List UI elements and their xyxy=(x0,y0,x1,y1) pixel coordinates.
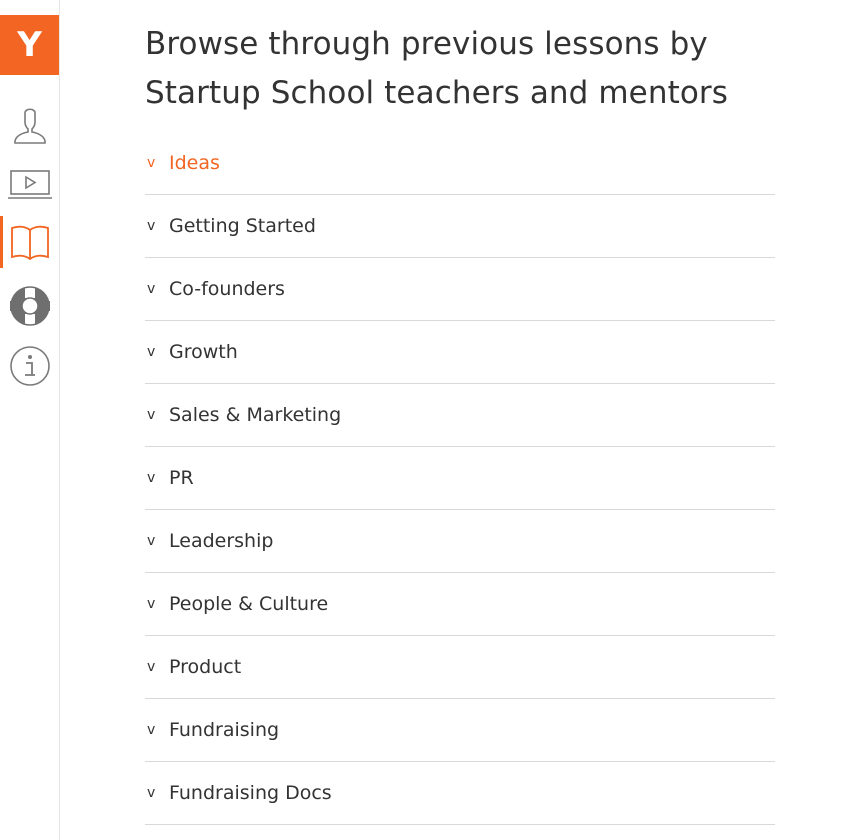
lifebuoy-icon xyxy=(9,286,50,326)
chevron-down-icon: v xyxy=(147,407,156,423)
sidebar-item-videos[interactable] xyxy=(0,158,59,210)
lesson-category-label: Leadership xyxy=(169,530,274,552)
lesson-category-label: People & Culture xyxy=(169,593,329,615)
sidebar-item-about[interactable] xyxy=(0,340,59,392)
lesson-category-label: PR xyxy=(169,467,194,489)
lesson-category-label: Sales & Marketing xyxy=(169,404,342,426)
sidebar-item-profile[interactable] xyxy=(0,100,59,152)
lesson-category-product[interactable]: v Product xyxy=(145,636,775,699)
chevron-down-icon: v xyxy=(147,722,156,738)
book-icon xyxy=(10,225,49,261)
yc-logo[interactable]: Y xyxy=(0,15,59,75)
chevron-down-icon: v xyxy=(147,155,156,171)
lesson-category-ideas[interactable]: v Ideas xyxy=(145,132,775,195)
page-title-line-2: Startup School teachers and mentors xyxy=(145,75,729,111)
lesson-category-label: Co-founders xyxy=(169,278,285,300)
user-icon xyxy=(13,108,46,144)
chevron-down-icon: v xyxy=(147,659,156,675)
lesson-category-label: Growth xyxy=(169,341,238,363)
lesson-category-growth[interactable]: v Growth xyxy=(145,321,775,384)
chevron-down-icon: v xyxy=(147,344,156,360)
lesson-category-label: Getting Started xyxy=(169,215,316,237)
lesson-category-label: Fundraising Docs xyxy=(169,782,332,804)
chevron-down-icon: v xyxy=(147,218,156,234)
sidebar: Y xyxy=(0,0,60,840)
sidebar-item-help[interactable] xyxy=(0,280,59,332)
lesson-category-sales-marketing[interactable]: v Sales & Marketing xyxy=(145,384,775,447)
chevron-down-icon: v xyxy=(147,533,156,549)
lesson-category-leadership[interactable]: v Leadership xyxy=(145,510,775,573)
chevron-down-icon: v xyxy=(147,281,156,297)
lesson-category-co-founders[interactable]: v Co-founders xyxy=(145,258,775,321)
lesson-category-fundraising[interactable]: v Fundraising xyxy=(145,699,775,762)
chevron-down-icon: v xyxy=(147,470,156,486)
lesson-category-fundraising-docs[interactable]: v Fundraising Docs xyxy=(145,762,775,825)
page-title-line-1: Browse through previous lessons by xyxy=(145,26,708,62)
lesson-category-pr[interactable]: v PR xyxy=(145,447,775,510)
sidebar-item-library[interactable] xyxy=(0,216,59,268)
lesson-category-getting-started[interactable]: v Getting Started xyxy=(145,195,775,258)
page-title: Browse through previous lessons by Start… xyxy=(145,20,785,118)
video-icon xyxy=(7,170,52,199)
lesson-category-label: Fundraising xyxy=(169,719,280,741)
info-icon xyxy=(9,346,50,386)
lesson-category-list: v Ideas v Getting Started v Co-founders v Gr… xyxy=(145,132,775,825)
chevron-down-icon: v xyxy=(147,785,156,801)
lesson-category-label: Product xyxy=(169,656,242,678)
lesson-category-label: Ideas xyxy=(169,152,220,174)
lesson-category-people-culture[interactable]: v People & Culture xyxy=(145,573,775,636)
chevron-down-icon: v xyxy=(147,596,156,612)
